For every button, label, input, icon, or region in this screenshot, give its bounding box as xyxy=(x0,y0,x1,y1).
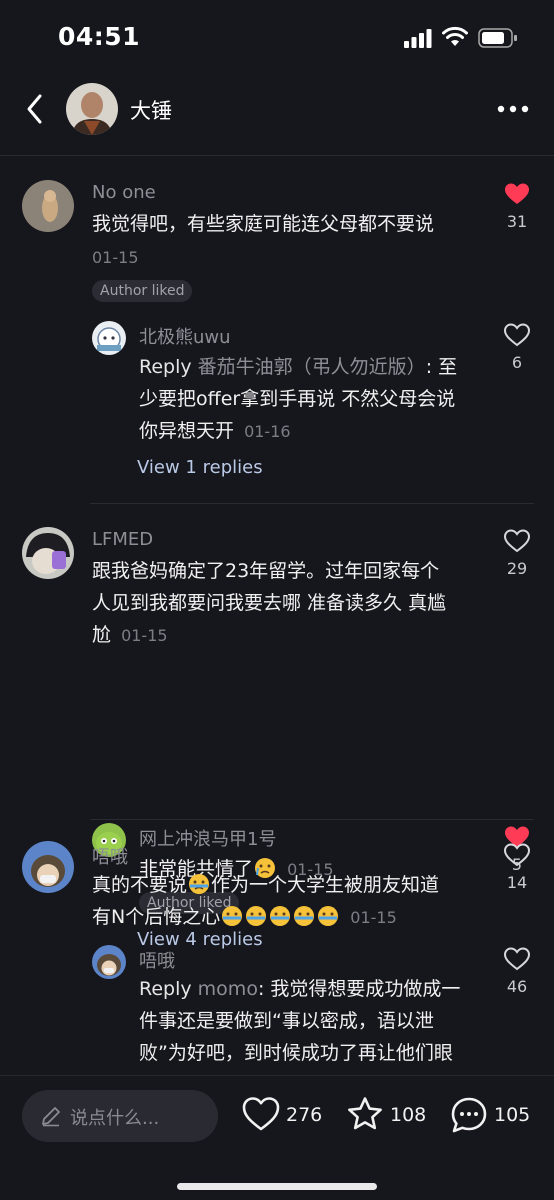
favorite-button[interactable]: 108 xyxy=(346,1096,430,1136)
like-count: 46 xyxy=(506,977,528,996)
replier-name[interactable]: 唔哦 xyxy=(139,947,175,973)
commenter-name[interactable]: No one xyxy=(92,182,156,203)
reply-text[interactable]: Reply 番茄牛油郭（弔人勿近版）: 至 少要把offer拿到手再说 不然父母… xyxy=(139,351,489,448)
header: 大锤 xyxy=(0,74,554,156)
home-indicator[interactable] xyxy=(177,1183,377,1190)
comment-input-placeholder: 说点什么... xyxy=(70,1108,160,1129)
comment-divider xyxy=(90,503,534,504)
favorite-count: 108 xyxy=(390,1104,427,1126)
reply-like-button[interactable]: 6 xyxy=(497,323,537,372)
comment-like-button[interactable]: 29 xyxy=(497,529,537,578)
crying-face-emoji-icon xyxy=(318,906,339,926)
more-options-icon[interactable] xyxy=(496,104,530,114)
replier-name[interactable]: 北极熊uwu xyxy=(139,323,231,349)
heart-outline-icon xyxy=(504,323,530,347)
reply-text[interactable]: Reply momo: 我觉得想要成功做成一 件事还是要做到“事以密成，语以泄 … xyxy=(139,973,489,1069)
crying-face-emoji-icon xyxy=(222,906,243,926)
pencil-icon xyxy=(42,1107,60,1127)
author-name[interactable]: 大锤 xyxy=(130,95,172,125)
like-count: 6 xyxy=(511,353,523,372)
commenter-name[interactable]: LFMED xyxy=(92,529,153,550)
heart-outline-icon xyxy=(504,529,530,553)
bottom-action-bar: 说点什么... 276 108 105 xyxy=(0,1075,554,1200)
view-replies-link[interactable]: View 1 replies xyxy=(137,457,263,478)
battery-icon xyxy=(478,28,517,48)
wifi-icon xyxy=(442,26,468,46)
crying-face-emoji-icon xyxy=(246,906,267,926)
like-count: 14 xyxy=(506,873,528,892)
replier-name[interactable]: 网上冲浪马甲1号 xyxy=(139,825,276,851)
commenter-avatar[interactable] xyxy=(22,527,74,579)
comment-like-button[interactable]: 31 xyxy=(497,182,537,231)
like-count: 29 xyxy=(506,559,528,578)
commenter-avatar[interactable] xyxy=(22,841,74,893)
status-bar: 04:51 xyxy=(0,0,554,74)
status-time: 04:51 xyxy=(58,22,141,51)
reply-date: 01-16 xyxy=(244,422,291,441)
comment-date: 01-15 xyxy=(92,248,139,267)
cellular-signal-icon xyxy=(404,29,432,48)
comment-divider xyxy=(90,819,534,820)
author-avatar[interactable] xyxy=(66,83,118,135)
like-post-button[interactable]: 276 xyxy=(242,1096,326,1136)
author-liked-badge: Author liked xyxy=(92,280,193,302)
comment-date: 01-15 xyxy=(350,908,397,927)
heart-outline-icon xyxy=(504,843,530,867)
like-count: 31 xyxy=(506,212,528,231)
comment-text[interactable]: 真的不要说 作为一个大学生被朋友知道 有N个后悔之心 01-15 xyxy=(92,869,492,934)
comment-input[interactable]: 说点什么... xyxy=(22,1090,218,1142)
comment-date: 01-15 xyxy=(121,626,168,645)
comment-text[interactable]: 我觉得吧，有些家庭可能连父母都不要说 xyxy=(92,208,492,240)
comment-list[interactable]: No one 我觉得吧，有些家庭可能连父母都不要说 01-15 Author l… xyxy=(0,157,554,1075)
comment-count: 105 xyxy=(494,1104,531,1126)
crying-face-emoji-icon xyxy=(270,906,291,926)
crying-face-emoji-icon xyxy=(189,874,210,894)
comment-like-button[interactable]: 14 xyxy=(497,843,537,892)
back-arrow-icon[interactable] xyxy=(22,92,50,126)
heart-outline-icon xyxy=(504,947,530,971)
replier-avatar[interactable] xyxy=(92,945,126,979)
comment-text[interactable]: 跟我爸妈确定了23年留学。过年回家每个 人见到我都要问我要去哪 准备读多久 真尴… xyxy=(92,555,492,652)
heart-outline-icon xyxy=(242,1097,280,1131)
crying-face-emoji-icon xyxy=(294,906,315,926)
post-like-count: 276 xyxy=(286,1104,323,1126)
heart-filled-icon xyxy=(505,183,529,204)
star-outline-icon xyxy=(348,1097,382,1130)
comments-button[interactable]: 105 xyxy=(450,1096,534,1136)
reply-like-button[interactable]: 46 xyxy=(497,947,537,996)
replier-avatar[interactable] xyxy=(92,321,126,355)
commenter-name[interactable]: 唔哦 xyxy=(92,843,128,869)
chat-bubble-icon xyxy=(451,1097,487,1133)
commenter-avatar[interactable] xyxy=(22,180,74,232)
